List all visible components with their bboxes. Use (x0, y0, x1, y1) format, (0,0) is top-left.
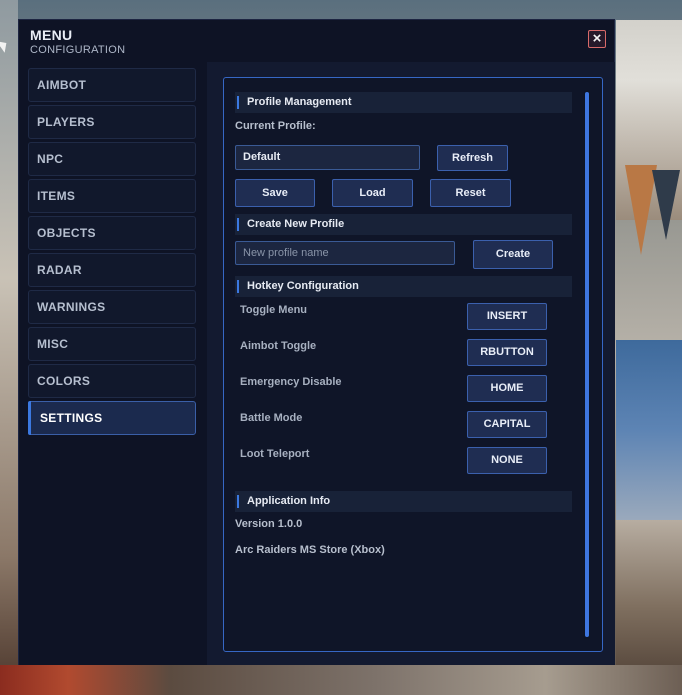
title-bar: MENU CONFIGURATION × (19, 20, 616, 62)
sidebar-item-npc[interactable]: NPC (28, 142, 196, 176)
close-icon: × (592, 30, 602, 47)
reset-button[interactable]: Reset (430, 179, 511, 207)
create-button[interactable]: Create (473, 240, 553, 269)
current-profile-label: Current Profile: (235, 120, 316, 132)
settings-panel[interactable]: Profile Management Current Profile: Defa… (223, 77, 603, 652)
sidebar-item-players[interactable]: PLAYERS (28, 105, 196, 139)
hotkey-button-aimbot-toggle[interactable]: RBUTTON (467, 339, 547, 366)
scrollbar-thumb[interactable] (585, 92, 589, 637)
section-hotkey-configuration: Hotkey Configuration (235, 276, 572, 297)
hotkey-label-emergency-disable: Emergency Disable (240, 376, 342, 388)
edition-text: Arc Raiders MS Store (Xbox) (235, 544, 385, 556)
close-button[interactable]: × (588, 30, 606, 48)
sidebar-item-radar[interactable]: RADAR (28, 253, 196, 287)
new-profile-name-input[interactable]: New profile name (235, 241, 455, 265)
sidebar-item-items[interactable]: ITEMS (28, 179, 196, 213)
hotkey-label-aimbot-toggle: Aimbot Toggle (240, 340, 317, 352)
hotkey-button-toggle-menu[interactable]: INSERT (467, 303, 547, 330)
sidebar-item-warnings[interactable]: WARNINGS (28, 290, 196, 324)
current-profile-field[interactable]: Default (235, 145, 420, 170)
sidebar-item-misc[interactable]: MISC (28, 327, 196, 361)
hotkey-label-loot-teleport: Loot Teleport (240, 448, 310, 460)
section-application-info: Application Info (235, 491, 572, 512)
sidebar-item-settings[interactable]: SETTINGS (28, 401, 196, 435)
hotkey-button-loot-teleport[interactable]: NONE (467, 447, 547, 474)
config-window: MENU CONFIGURATION × AIMBOT PLAYERS NPC … (18, 19, 615, 665)
hotkey-button-emergency-disable[interactable]: HOME (467, 375, 547, 402)
sidebar-item-objects[interactable]: OBJECTS (28, 216, 196, 250)
hotkey-label-toggle-menu: Toggle Menu (240, 304, 308, 316)
hotkey-label-battle-mode: Battle Mode (240, 412, 303, 424)
section-create-new-profile: Create New Profile (235, 214, 572, 235)
hotkey-button-battle-mode[interactable]: CAPITAL (467, 411, 547, 438)
version-text: Version 1.0.0 (235, 518, 303, 530)
section-profile-management: Profile Management (235, 92, 572, 113)
refresh-button[interactable]: Refresh (437, 145, 508, 171)
window-title: MENU (30, 27, 73, 43)
save-button[interactable]: Save (235, 179, 315, 207)
window-subtitle: CONFIGURATION (30, 44, 126, 56)
sidebar-item-colors[interactable]: COLORS (28, 364, 196, 398)
sidebar-item-aimbot[interactable]: AIMBOT (28, 68, 196, 102)
load-button[interactable]: Load (332, 179, 413, 207)
sidebar: AIMBOT PLAYERS NPC ITEMS OBJECTS RADAR W… (19, 62, 207, 665)
